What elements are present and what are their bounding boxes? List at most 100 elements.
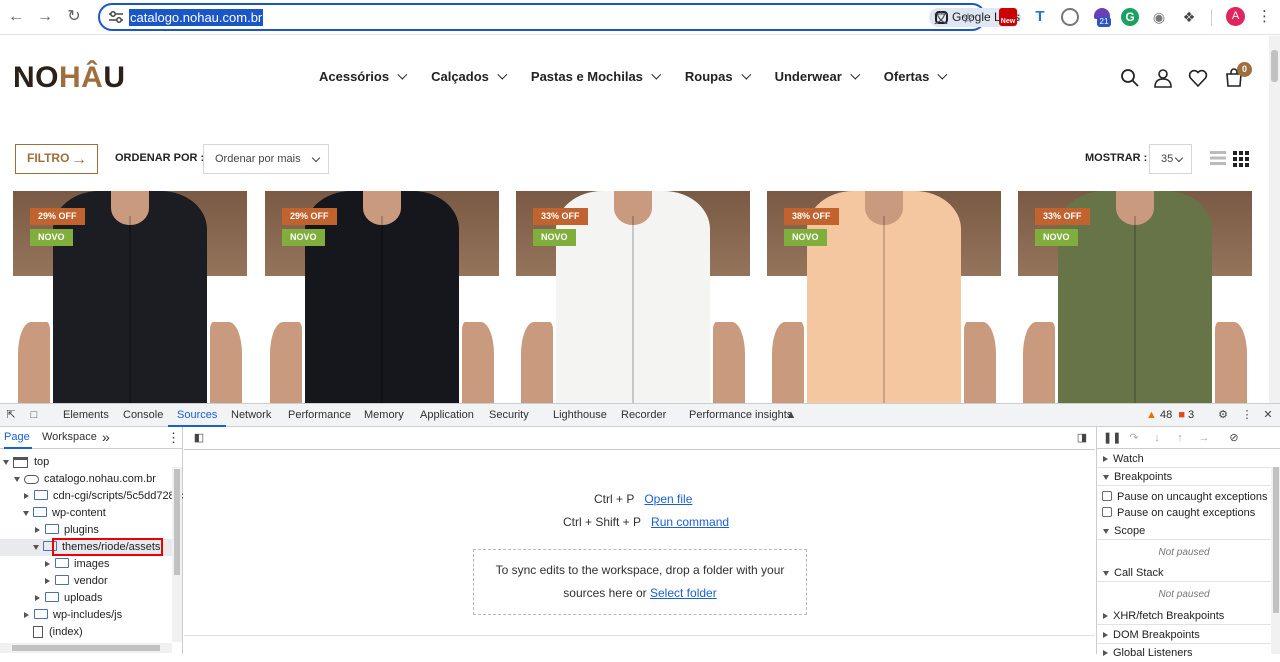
- select-folder-link[interactable]: Select folder: [650, 586, 717, 600]
- back-icon[interactable]: ←: [6, 7, 26, 27]
- pause-uncaught-option[interactable]: Pause on uncaught exceptions: [1102, 489, 1267, 505]
- checkbox[interactable]: [1102, 491, 1112, 502]
- tab-recorder[interactable]: Recorder: [621, 404, 666, 427]
- extension-graduation-icon[interactable]: 21: [1093, 8, 1111, 27]
- tree-item-domain[interactable]: catalogo.nohau.com.br: [14, 471, 156, 488]
- reload-icon[interactable]: ↻: [64, 7, 84, 27]
- section-dom-breakpoints[interactable]: DOM Breakpoints: [1097, 626, 1271, 644]
- step-icon[interactable]: →: [1197, 431, 1211, 445]
- user-icon[interactable]: [1153, 68, 1173, 88]
- extension-grammarly-icon[interactable]: G: [1121, 8, 1139, 26]
- section-xhr-breakpoints[interactable]: XHR/fetch Breakpoints: [1097, 607, 1271, 625]
- tab-workspace[interactable]: Workspace: [42, 427, 97, 449]
- run-command-link[interactable]: Run command: [651, 515, 729, 529]
- tab-security[interactable]: Security: [489, 404, 529, 427]
- site-logo[interactable]: NOHÂU: [13, 63, 126, 93]
- device-toolbar-icon[interactable]: □: [27, 408, 41, 422]
- issues-counter[interactable]: ▲ 48 ■ 3: [1146, 409, 1194, 421]
- section-breakpoints[interactable]: Breakpoints: [1097, 468, 1271, 486]
- frame-icon: [13, 456, 28, 468]
- tab-elements[interactable]: Elements: [63, 404, 109, 427]
- workspace-drop-zone[interactable]: To sync edits to the workspace, drop a f…: [473, 549, 807, 615]
- inspect-element-icon[interactable]: ⇱: [4, 408, 18, 422]
- tab-sources[interactable]: Sources: [168, 404, 227, 427]
- tree-item-wp-content[interactable]: wp-content: [23, 505, 106, 522]
- step-into-icon[interactable]: ↓: [1150, 431, 1164, 445]
- gear-icon[interactable]: ⚙: [1216, 408, 1230, 422]
- heart-icon[interactable]: [1188, 68, 1208, 88]
- list-view-icon[interactable]: [1210, 151, 1226, 165]
- tab-lighthouse[interactable]: Lighthouse: [553, 404, 607, 427]
- product-card[interactable]: 33% OFF NOVO: [516, 191, 750, 403]
- step-out-icon[interactable]: ↑: [1173, 431, 1187, 445]
- close-icon[interactable]: ✕: [1261, 408, 1275, 422]
- open-file-link[interactable]: Open file: [644, 492, 692, 506]
- address-bar[interactable]: catalogo.nohau.com.br Google Lens 文 ☆: [98, 3, 1021, 31]
- product-card[interactable]: 29% OFF NOVO: [13, 191, 247, 403]
- extension-translate-icon[interactable]: T: [1031, 8, 1049, 26]
- navigator-hscrollbar[interactable]: [0, 643, 172, 653]
- menu-item-acessorios[interactable]: Acessórios: [319, 68, 408, 86]
- extension-globe-icon[interactable]: [1061, 8, 1079, 26]
- checkbox[interactable]: [1102, 507, 1112, 518]
- tree-item-plugins[interactable]: plugins: [35, 522, 99, 539]
- pause-icon[interactable]: ❚❚: [1103, 431, 1121, 445]
- menu-item-calcados[interactable]: Calçados: [431, 68, 508, 86]
- tab-network[interactable]: Network: [231, 404, 271, 427]
- bookmark-star-icon[interactable]: ☆: [960, 10, 976, 26]
- tree-item-images[interactable]: images: [45, 556, 109, 573]
- tab-performance-insights[interactable]: Performance insights: [689, 404, 792, 427]
- browser-menu-icon[interactable]: ⋮: [1257, 8, 1272, 26]
- navigator-menu-icon[interactable]: ⋮: [167, 427, 180, 449]
- navigator-scrollbar-thumb[interactable]: [174, 469, 180, 575]
- extension-camera-icon[interactable]: ◉: [1150, 8, 1168, 26]
- toggle-debugger-icon[interactable]: ◨: [1075, 431, 1089, 445]
- tree-item-vendor[interactable]: vendor: [45, 573, 108, 590]
- extension-new-icon[interactable]: New: [999, 8, 1017, 26]
- step-over-icon[interactable]: ↷: [1127, 431, 1141, 445]
- page-scrollbar[interactable]: [1269, 36, 1280, 403]
- pause-caught-option[interactable]: Pause on caught exceptions: [1102, 505, 1255, 521]
- section-scope[interactable]: Scope: [1097, 522, 1271, 540]
- menu-item-ofertas[interactable]: Ofertas: [884, 68, 948, 86]
- menu-item-pastas[interactable]: Pastas e Mochilas: [531, 68, 662, 86]
- more-tabs-icon[interactable]: »: [102, 427, 110, 449]
- toggle-navigator-icon[interactable]: ◧: [192, 431, 206, 445]
- product-card[interactable]: 29% OFF NOVO: [265, 191, 499, 403]
- tree-item-wp-includes[interactable]: wp-includes/js: [24, 607, 122, 624]
- filter-button[interactable]: FILTRO →: [15, 144, 98, 174]
- kebab-menu-icon[interactable]: ⋮: [1240, 408, 1254, 422]
- deactivate-breakpoints-icon[interactable]: ⊘: [1227, 431, 1241, 445]
- menu-item-roupas[interactable]: Roupas: [685, 68, 751, 86]
- forward-icon[interactable]: →: [35, 7, 55, 27]
- tree-item-cdn[interactable]: cdn-cgi/scripts/5c5dd728/c: [24, 488, 183, 505]
- page-scrollbar-thumb[interactable]: [1271, 50, 1278, 82]
- search-icon[interactable]: [1120, 68, 1140, 88]
- menu-item-underwear[interactable]: Underwear: [775, 68, 861, 86]
- section-watch[interactable]: Watch: [1097, 450, 1271, 468]
- site-settings-icon[interactable]: [108, 10, 124, 24]
- tab-console[interactable]: Console: [123, 404, 163, 427]
- order-by-select[interactable]: Ordenar por mais: [203, 144, 329, 174]
- tab-application[interactable]: Application: [420, 404, 474, 427]
- extensions-puzzle-icon[interactable]: ❖: [1180, 8, 1198, 26]
- show-count-select[interactable]: 35: [1149, 144, 1192, 174]
- tree-item-index[interactable]: (index): [33, 624, 83, 641]
- url-text[interactable]: catalogo.nohau.com.br: [129, 9, 264, 26]
- debugger-scrollbar-thumb[interactable]: [1273, 467, 1279, 613]
- tab-page[interactable]: Page: [4, 427, 32, 449]
- navigator-hscrollbar-thumb[interactable]: [12, 645, 160, 651]
- navigator-scrollbar[interactable]: [172, 467, 182, 642]
- grid-view-icon[interactable]: [1233, 151, 1250, 167]
- translate-icon[interactable]: 文: [933, 10, 949, 26]
- debugger-scrollbar[interactable]: [1271, 467, 1280, 654]
- product-card[interactable]: 33% OFF NOVO: [1018, 191, 1252, 403]
- section-global-listeners[interactable]: Global Listeners: [1097, 644, 1271, 662]
- tab-memory[interactable]: Memory: [364, 404, 404, 427]
- product-card[interactable]: 38% OFF NOVO: [767, 191, 1001, 403]
- tree-item-top[interactable]: top: [3, 454, 49, 471]
- tree-item-uploads[interactable]: uploads: [35, 590, 103, 607]
- tab-performance[interactable]: Performance: [288, 404, 351, 427]
- section-call-stack[interactable]: Call Stack: [1097, 564, 1271, 582]
- profile-avatar[interactable]: A: [1226, 7, 1245, 26]
